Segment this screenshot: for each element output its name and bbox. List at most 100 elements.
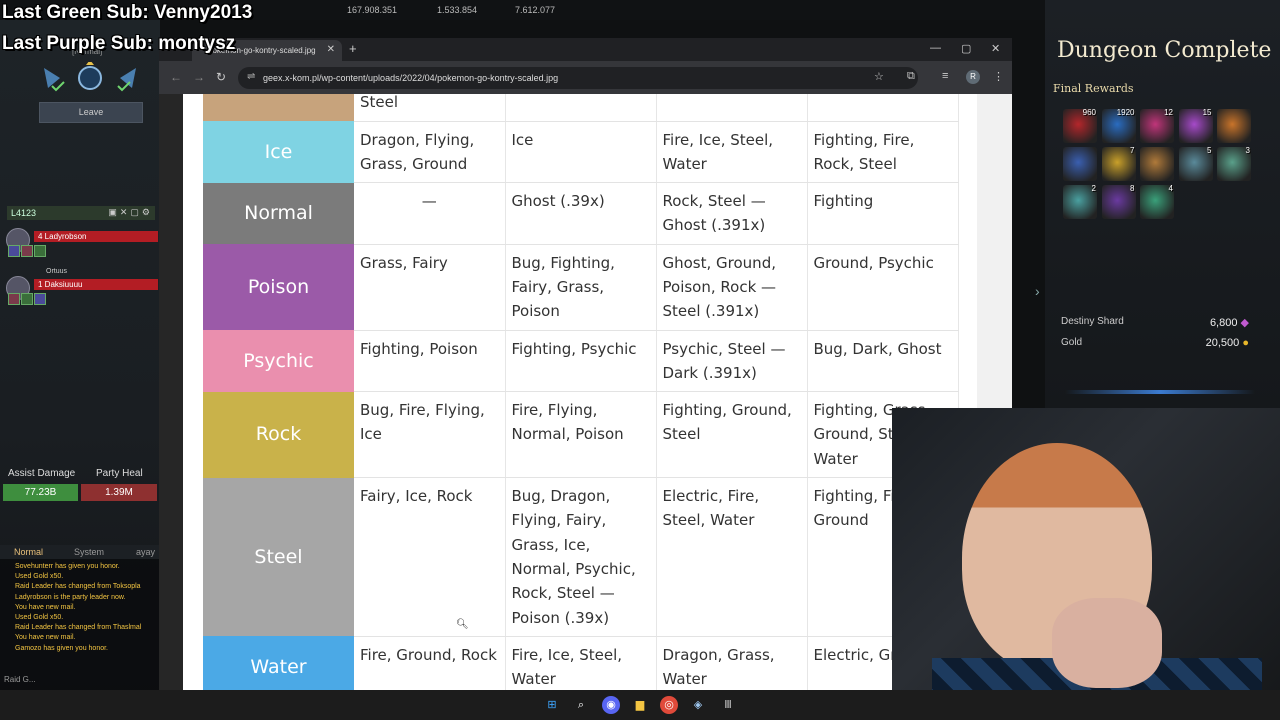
destiny-shard-icon: ◆ <box>1240 317 1249 329</box>
chat-tabs: Normal System ayay <box>0 545 160 559</box>
table-cell: Fighting, Poison <box>354 330 506 393</box>
last-green-sub: Last Green Sub: Venny2013 <box>2 2 253 23</box>
menu-icon[interactable]: ⋮ <box>993 70 1004 83</box>
dungeon-complete-title: Dungeon Complete <box>1057 38 1272 63</box>
party-member[interactable]: Ortuus 1 Daksiuuuu <box>4 268 158 305</box>
browser-toolbar: ← → ↻ ⇌ geex.x-kom.pl/wp-content/uploads… <box>159 61 1012 94</box>
last-purple-sub: Last Purple Sub: montysz <box>2 33 236 54</box>
reward-count: 4 <box>1168 184 1173 193</box>
table-cell: Grass, Fairy <box>354 244 506 331</box>
chat-line: Used Gold x50. <box>15 614 64 622</box>
streamer-hand <box>1052 598 1162 688</box>
reward-item-icon[interactable] <box>1217 109 1251 143</box>
reward-item-icon[interactable]: 1920 <box>1101 108 1136 143</box>
forward-icon[interactable]: → <box>193 70 205 84</box>
profile-avatar[interactable]: R <box>966 70 980 84</box>
table-cell: Fire, Flying, Normal, Poison <box>505 391 657 479</box>
destiny-shard-label: Destiny Shard <box>1061 316 1124 327</box>
top-stat: 167.908.351 <box>347 5 398 15</box>
member-hp-bar: 1 Daksiuuuu <box>34 279 158 290</box>
table-row: Poison Grass, Fairy Bug, Fighting, Fairy, … <box>203 244 959 331</box>
chat-tab-system[interactable]: System <box>74 547 104 557</box>
top-stat: 1.533.854 <box>437 5 478 15</box>
reward-item-icon[interactable]: 3 <box>1217 146 1251 181</box>
reward-item-icon[interactable] <box>1063 147 1097 181</box>
table-row: Rock Bug, Fire, Flying, Ice Fire, Flying, … <box>203 391 959 479</box>
dungeon-complete-panel: Dungeon Complete Final Rewards 960 1920 12… <box>1035 0 1280 410</box>
reward-item-icon[interactable]: 960 <box>1063 108 1097 143</box>
bookmark-star-icon[interactable]: ☆ <box>874 70 884 83</box>
table-cell: — <box>354 182 506 245</box>
chat-line: You have new mail. <box>15 603 76 611</box>
chat-input[interactable]: Raid G... <box>4 675 36 685</box>
table-cell: Ghost, Ground, Poison, Rock — Steel (.39… <box>656 244 808 331</box>
table-cell: Fire, Ground, Rock <box>354 636 506 690</box>
party-label: L4123 <box>11 208 37 218</box>
party-member[interactable]: 4 Ladyrobson <box>4 226 158 257</box>
table-cell: Fighting <box>807 182 959 245</box>
destiny-shard-value: 6,800 <box>1209 317 1238 329</box>
reward-item-icon[interactable]: 4 <box>1140 184 1174 219</box>
reward-count: 960 <box>1082 108 1096 117</box>
back-icon[interactable]: ← <box>170 70 182 84</box>
close-window-icon[interactable]: ✕ <box>991 42 1000 55</box>
reward-item-icon[interactable]: 2 <box>1063 184 1097 219</box>
game-launcher-icon[interactable]: Ⅲ <box>719 696 737 714</box>
reward-item-icon[interactable] <box>1140 147 1174 181</box>
leave-button[interactable]: Leave <box>39 102 143 123</box>
chat-log: Sovehunterr has given you honor. Used Go… <box>15 562 141 654</box>
final-rewards-label: Final Rewards <box>1053 82 1134 95</box>
party-header: L4123 ▣✕▢⚙ <box>7 206 155 220</box>
table-cell <box>505 94 657 122</box>
type-name-cell: Rock <box>203 391 354 478</box>
type-name-cell: Water <box>203 636 354 690</box>
member-title: Ortuus <box>46 268 68 275</box>
gold-coin-icon: ● <box>1242 337 1249 349</box>
table-cell: Fighting, Fire, Rock, Steel <box>807 121 959 184</box>
reward-item-icon[interactable]: 5 <box>1178 146 1213 181</box>
discord-icon[interactable]: ◉ <box>602 696 620 714</box>
type-name-cell <box>203 94 354 121</box>
reload-icon[interactable]: ↻ <box>216 70 226 84</box>
reward-item-icon[interactable]: 8 <box>1101 184 1136 219</box>
reward-count: 15 <box>1202 108 1212 117</box>
buff-icon <box>34 245 46 257</box>
chat-tab-custom[interactable]: ayay <box>136 547 155 557</box>
close-tab-icon[interactable]: ✕ <box>327 44 335 55</box>
address-bar[interactable]: ⇌ geex.x-kom.pl/wp-content/uploads/2022/… <box>238 67 918 89</box>
table-row: Ice Dragon, Flying, Grass, Ground Ice Fire,… <box>203 121 959 184</box>
minimize-icon[interactable]: — <box>930 42 941 54</box>
game-left-hud: [Normal] Leave L4123 ▣✕▢⚙ 4 Ladyrobson O… <box>0 0 160 700</box>
table-row: Steel Fairy, Ice, Rock Bug, Dragon, Flying… <box>203 477 959 637</box>
type-effectiveness-table: Steel Ice Dragon, Flying, Grass, Ground Ice… <box>203 94 959 690</box>
maximize-icon[interactable]: ▢ <box>961 42 971 55</box>
media-icon[interactable]: ≡ <box>942 70 948 82</box>
expand-arrow-icon[interactable]: › <box>1035 283 1040 299</box>
type-name-cell: Poison <box>203 244 354 331</box>
reward-item-icon[interactable]: 12 <box>1140 108 1174 143</box>
party-heal-value: 1.39M <box>81 484 157 501</box>
chrome-icon[interactable]: ◎ <box>660 696 678 714</box>
reward-item-icon[interactable]: 7 <box>1101 146 1136 181</box>
site-info-icon[interactable]: ⇌ <box>247 71 255 82</box>
table-cell: Psychic, Steel — Dark (.391x) <box>656 330 808 393</box>
reward-item-icon[interactable]: 15 <box>1178 108 1213 143</box>
party-tools-icon[interactable]: ▣✕▢⚙ <box>108 207 153 218</box>
destiny-shard-row: Destiny Shard 6,800 ◆ <box>1061 316 1251 329</box>
chat-tab-normal[interactable]: Normal <box>14 547 43 557</box>
dungeon-emblem-icon <box>44 62 136 92</box>
new-tab-icon[interactable]: + <box>349 41 357 56</box>
destiny-shard-amount: 6,800 ◆ <box>1210 316 1249 329</box>
table-cell: Fairy, Ice, Rock <box>354 477 506 637</box>
assist-damage-label: Assist Damage <box>8 468 76 479</box>
file-explorer-icon[interactable]: ▆ <box>631 696 649 714</box>
member-buffs <box>8 292 47 310</box>
reward-count: 8 <box>1130 184 1135 193</box>
windows-start-icon[interactable]: ⊞ <box>543 696 561 714</box>
reward-count: 5 <box>1207 146 1212 155</box>
type-name-cell: Normal <box>203 182 354 245</box>
steam-icon[interactable]: ◈ <box>689 696 707 714</box>
reward-count: 7 <box>1130 146 1135 155</box>
extensions-icon[interactable]: ⧉ <box>907 70 915 83</box>
search-icon[interactable]: ⌕ <box>572 696 590 714</box>
